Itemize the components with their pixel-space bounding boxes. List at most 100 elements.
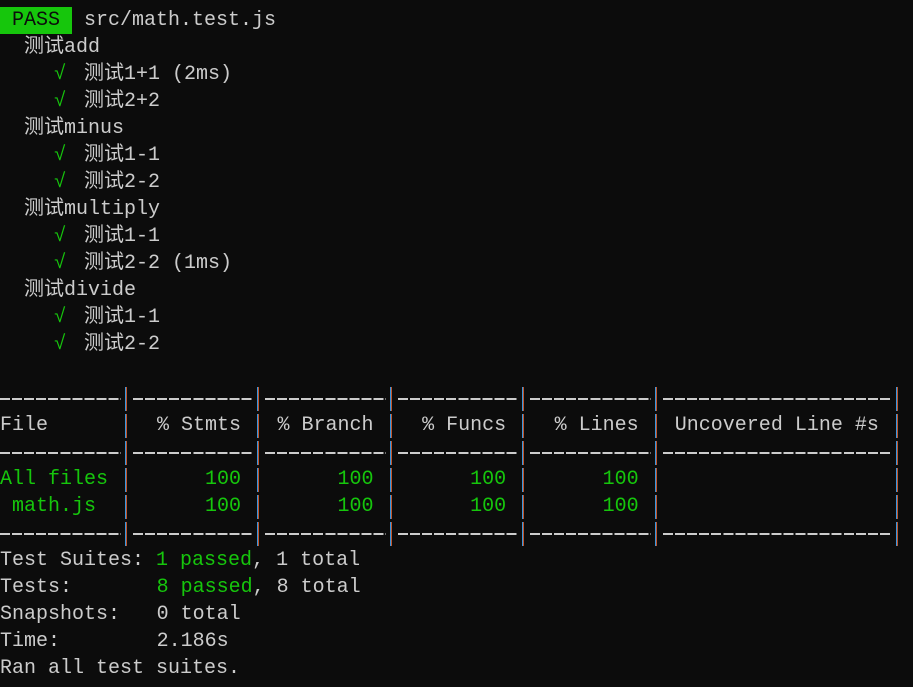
dash-rule <box>132 452 254 454</box>
dash-rule <box>132 533 254 535</box>
column-divider <box>895 522 898 546</box>
test-name: 测试2-2 <box>84 333 161 356</box>
dash-rule <box>662 452 892 454</box>
summary-time-label: Time: <box>0 630 61 653</box>
column-divider <box>895 441 898 465</box>
test-case: √ 测试2+2 <box>0 88 913 115</box>
summary-snapshots-label: Snapshots: <box>0 603 121 626</box>
summary-time-value: 2.186s <box>156 630 229 653</box>
dash-rule <box>530 398 651 400</box>
column-divider <box>522 441 525 465</box>
column-divider <box>257 387 260 411</box>
column-divider <box>522 414 525 438</box>
test-file-header: PASS src/math.test.js <box>0 7 913 34</box>
table-cell: 100 <box>470 468 507 491</box>
summary-tests-label: Tests: <box>0 576 73 599</box>
column-divider <box>654 387 657 411</box>
table-cell: math.js <box>0 495 97 518</box>
column-divider <box>257 414 260 438</box>
test-name: 测试2+2 <box>84 90 161 113</box>
dash-rule <box>662 398 892 400</box>
summary-time: Time: 2.186s <box>0 628 913 655</box>
test-case: √ 测试1-1 <box>0 142 913 169</box>
coverage-table: File % Stmts % Branch % Funcs % Lines Uncover… <box>0 385 913 547</box>
column-divider <box>124 495 127 519</box>
table-cell: 100 <box>204 468 241 491</box>
suite-name: 测试multiply <box>24 198 161 221</box>
column-divider <box>389 387 392 411</box>
test-name: 测试2-2 <box>84 252 161 275</box>
table-cell <box>675 493 892 520</box>
column-divider <box>895 495 898 519</box>
dash-rule <box>265 533 386 535</box>
table-cell: 100 <box>337 468 374 491</box>
column-divider <box>654 495 657 519</box>
summary-suites-total: , 1 total <box>252 549 361 572</box>
test-duration: (1ms) <box>172 252 233 275</box>
test-suites: 测试add √ 测试1+1 (2ms) √ 测试2+2 测试minus √ 测试1-1 √ 测试2-… <box>0 34 913 358</box>
terminal: PASS src/math.test.js 测试add √ 测试1+1 (2ms) √ 测… <box>0 0 913 682</box>
table-cell: 100 <box>204 495 241 518</box>
test-case: √ 测试2-2 <box>0 331 913 358</box>
test-name: 测试1+1 <box>84 63 161 86</box>
table-cell <box>675 466 892 493</box>
suite-name: 测试add <box>24 36 101 59</box>
table-row: math.js 100 100 100 100 <box>0 493 913 520</box>
test-name: 测试1-1 <box>84 144 161 167</box>
check-icon: √ <box>54 252 67 275</box>
column-divider <box>389 441 392 465</box>
column-divider <box>257 468 260 492</box>
ran-all-message: Ran all test suites. <box>0 657 241 680</box>
check-icon: √ <box>54 63 67 86</box>
column-divider <box>389 495 392 519</box>
suite-name: 测试divide <box>24 279 137 302</box>
column-divider <box>654 414 657 438</box>
suite-name: 测试minus <box>24 117 125 140</box>
column-divider <box>124 387 127 411</box>
column-divider <box>522 387 525 411</box>
check-icon: √ <box>54 171 67 194</box>
column-divider <box>389 468 392 492</box>
column-divider <box>895 387 898 411</box>
summary-suites: Test Suites: 1 passed, 1 total <box>0 547 913 574</box>
dash-rule <box>265 452 386 454</box>
test-case: √ 测试2-2 (1ms) <box>0 250 913 277</box>
table-separator <box>0 439 913 466</box>
check-icon: √ <box>54 90 67 113</box>
dash-rule <box>662 533 892 535</box>
table-cell: All files <box>0 468 109 491</box>
table-cell: 100 <box>470 495 507 518</box>
table-cell: 100 <box>602 495 639 518</box>
summary-tests-total: , 8 total <box>252 576 361 599</box>
test-case: √ 测试1-1 <box>0 223 913 250</box>
status-badge: PASS <box>0 7 73 34</box>
check-icon: √ <box>54 306 67 329</box>
summary-suites-label: Test Suites: <box>0 549 145 572</box>
dash-rule <box>530 452 651 454</box>
check-icon: √ <box>54 144 67 167</box>
table-separator <box>0 520 913 547</box>
table-cell: % Branch <box>277 414 374 437</box>
dash-rule <box>397 533 519 535</box>
column-divider <box>124 522 127 546</box>
column-divider <box>895 414 898 438</box>
test-case: √ 测试2-2 <box>0 169 913 196</box>
test-case: √ 测试1-1 <box>0 304 913 331</box>
test-name: 测试1-1 <box>84 225 161 248</box>
dash-rule <box>0 398 121 400</box>
table-cell: % Stmts <box>156 414 241 437</box>
dash-rule <box>132 398 254 400</box>
check-icon: √ <box>54 333 67 356</box>
dash-rule <box>530 533 651 535</box>
column-divider <box>124 441 127 465</box>
column-divider <box>257 495 260 519</box>
table-separator <box>0 385 913 412</box>
table-cell: File <box>0 414 49 437</box>
column-divider <box>389 414 392 438</box>
column-divider <box>654 468 657 492</box>
table-header-row: File % Stmts % Branch % Funcs % Lines Uncover… <box>0 412 913 439</box>
table-cell: Uncovered Line #s <box>674 414 879 437</box>
test-file-path: src/math.test.js <box>84 9 277 32</box>
column-divider <box>389 522 392 546</box>
